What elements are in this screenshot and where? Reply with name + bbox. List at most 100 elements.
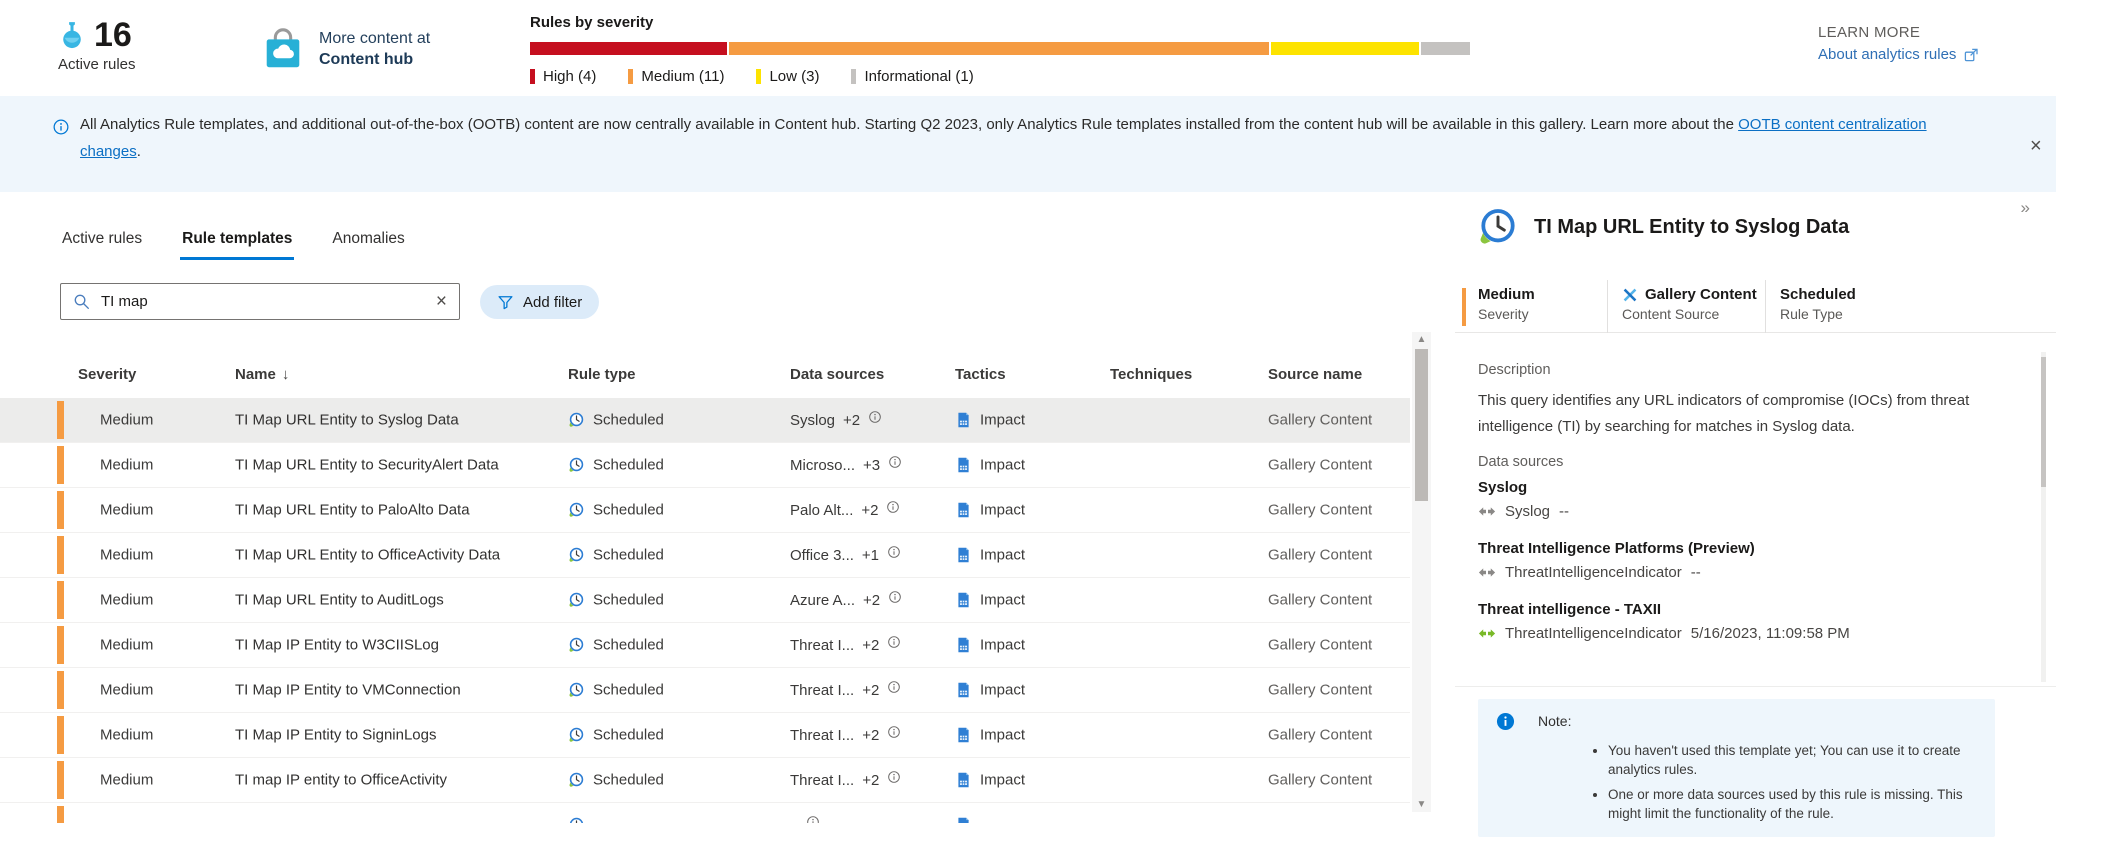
row-source-name: Gallery Content <box>1268 591 1373 609</box>
info-icon <box>52 118 70 136</box>
data-source-table: Syslog <box>1505 503 1551 520</box>
scrollbar-down-icon[interactable]: ▼ <box>1412 799 1431 810</box>
content-hub-shortcut[interactable]: More content at Content hub <box>260 26 430 72</box>
data-source-status-row: Syslog -- <box>1478 503 1569 520</box>
meta-rule-type: Scheduled Rule Type <box>1766 280 1956 333</box>
note-label: Note: <box>1538 713 1572 729</box>
table-row[interactable]: Medium TI Map URL Entity to Syslog Data … <box>0 398 1410 443</box>
meta-rule-type-value: Scheduled <box>1780 286 1856 303</box>
panel-scrollbar-thumb[interactable] <box>2041 357 2046 487</box>
row-severity: Medium <box>100 411 154 429</box>
data-sources-label: Data sources <box>1478 454 1564 470</box>
info-icon[interactable] <box>806 815 820 823</box>
row-name: TI Map URL Entity to OfficeActivity Data <box>235 546 501 564</box>
tab-rule-templates[interactable]: Rule templates <box>180 228 295 260</box>
row-rule-type-label: Scheduled <box>593 501 664 519</box>
note-item: One or more data sources used by this ru… <box>1608 785 1993 823</box>
table-row-partial[interactable] <box>0 803 1410 823</box>
search-box[interactable]: × <box>60 283 460 320</box>
panel-collapse-icon[interactable]: » <box>2021 198 2030 218</box>
row-tactics: Impact <box>955 637 1025 654</box>
row-severity: Medium <box>100 591 154 609</box>
table-row[interactable]: Medium TI Map URL Entity to SecurityAler… <box>0 443 1410 488</box>
row-tactics: Impact <box>955 772 1025 789</box>
add-filter-button[interactable]: Add filter <box>480 285 600 319</box>
severity-bar <box>530 42 1471 55</box>
scrollbar-thumb[interactable] <box>1415 349 1428 501</box>
severity-indicator <box>1462 288 1466 326</box>
impact-tactic-icon <box>955 592 972 609</box>
col-severity[interactable]: Severity <box>78 366 136 383</box>
panel-meta-strip: Medium Severity Gallery Content Content … <box>1455 280 2056 333</box>
info-icon[interactable] <box>888 590 902 604</box>
impact-tactic-icon <box>955 637 972 654</box>
row-data-sources: Syslog +2 <box>790 410 882 430</box>
info-icon[interactable] <box>887 680 901 694</box>
note-list: You haven't used this template yet; You … <box>1608 741 1993 829</box>
tab-active-rules[interactable]: Active rules <box>60 228 144 260</box>
table-row[interactable]: Medium TI Map URL Entity to OfficeActivi… <box>0 533 1410 578</box>
about-analytics-rules-link[interactable]: About analytics rules <box>1818 46 1979 63</box>
col-name[interactable]: Name ↓ <box>235 366 289 383</box>
table-row[interactable]: Medium TI Map URL Entity to AuditLogs Sc… <box>0 578 1410 623</box>
search-input[interactable] <box>101 293 425 310</box>
row-tactics-label: Impact <box>980 726 1026 744</box>
info-icon[interactable] <box>868 410 882 424</box>
data-source-table: ThreatIntelligenceIndicator <box>1505 564 1682 581</box>
row-rule-type-label: Scheduled <box>593 681 664 699</box>
table-row[interactable]: Medium TI Map IP Entity to SigninLogs Sc… <box>0 713 1410 758</box>
description-label: Description <box>1478 362 1551 378</box>
impact-tactic-icon <box>955 412 972 429</box>
panel-header: TI Map URL Entity to Syslog Data <box>1477 206 1849 248</box>
severity-indicator <box>57 671 64 709</box>
table-row[interactable]: Medium TI map IP entity to OfficeActivit… <box>0 758 1410 803</box>
learn-more-block: LEARN MORE About analytics rules <box>1818 24 1979 63</box>
search-icon <box>73 293 90 310</box>
col-data-sources[interactable]: Data sources <box>790 366 884 383</box>
row-data-sources: Threat I... +2 <box>790 680 901 700</box>
ootb-info-banner: All Analytics Rule templates, and additi… <box>0 96 2056 192</box>
scheduled-clock-icon <box>568 502 585 519</box>
banner-close-icon[interactable]: × <box>2030 136 2042 156</box>
table-row[interactable]: Medium TI Map IP Entity to W3CIISLog Sch… <box>0 623 1410 668</box>
col-rule-type[interactable]: Rule type <box>568 366 636 383</box>
filter-funnel-icon <box>497 294 514 311</box>
info-icon[interactable] <box>886 500 900 514</box>
row-name: TI Map IP Entity to W3CIISLog <box>235 636 439 654</box>
row-name: TI Map URL Entity to SecurityAlert Data <box>235 456 499 474</box>
legend-marker <box>628 69 634 84</box>
content-hub-bag-icon <box>260 26 306 72</box>
row-rule-type-label: Scheduled <box>593 636 664 654</box>
search-clear-icon[interactable]: × <box>436 292 447 311</box>
row-name: TI Map IP Entity to VMConnection <box>235 681 461 699</box>
impact-tactic-icon <box>955 457 972 474</box>
col-techniques[interactable]: Techniques <box>1110 366 1192 383</box>
info-icon[interactable] <box>887 770 901 784</box>
scrollbar-up-icon[interactable]: ▲ <box>1412 334 1431 345</box>
panel-scrollbar[interactable] <box>2041 352 2046 682</box>
table-scrollbar[interactable]: ▲ ▼ <box>1412 332 1431 812</box>
tab-anomalies[interactable]: Anomalies <box>330 228 406 260</box>
row-rule-type-label: Scheduled <box>593 456 664 474</box>
connector-disconnected-icon <box>1478 566 1496 579</box>
info-icon[interactable] <box>888 455 902 469</box>
row-tactics-label: Impact <box>980 681 1026 699</box>
severity-legend: High (4) Medium (11) Low (3) Informational … <box>530 68 1470 85</box>
info-icon[interactable] <box>887 635 901 649</box>
info-icon[interactable] <box>887 725 901 739</box>
table-row[interactable]: Medium TI Map IP Entity to VMConnection … <box>0 668 1410 713</box>
row-data-source-label: Microso... <box>790 456 856 474</box>
row-rule-type-label: Scheduled <box>593 591 664 609</box>
info-icon[interactable] <box>887 545 901 559</box>
row-tactics-label: Impact <box>980 771 1026 789</box>
col-source-name[interactable]: Source name <box>1268 366 1362 383</box>
col-tactics[interactable]: Tactics <box>955 366 1006 383</box>
row-data-sources: Palo Alt... +2 <box>790 500 900 520</box>
row-rule-type: Scheduled <box>568 727 664 744</box>
data-source-name: Threat Intelligence Platforms (Preview) <box>1478 540 1755 557</box>
legend-marker <box>756 69 762 84</box>
severity-indicator <box>57 401 64 439</box>
row-tactics-label: Impact <box>980 456 1026 474</box>
severity-indicator <box>57 716 64 754</box>
table-row[interactable]: Medium TI Map URL Entity to PaloAlto Dat… <box>0 488 1410 533</box>
